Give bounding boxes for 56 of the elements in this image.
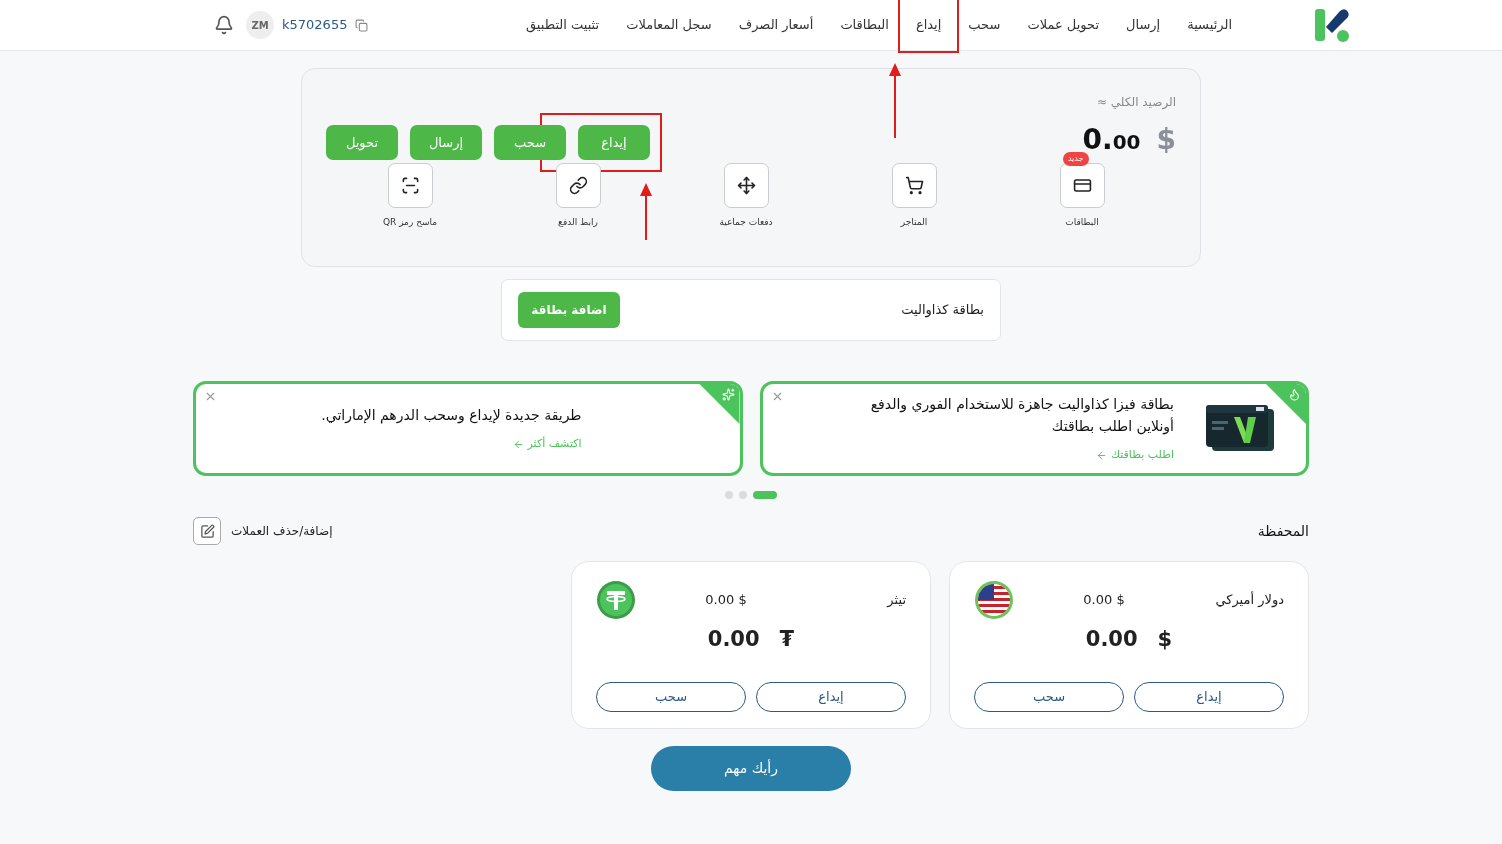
banner-text: بطاقة فيزا كذاواليت جاهزة للاستخدام الفوري والدفع أونلاين اطلب بطاقتك: [869, 395, 1174, 437]
card-strip-title: بطاقة كذاواليت: [901, 301, 984, 320]
balance-label: الرصيد الكلي ≈: [1097, 94, 1176, 111]
tether-icon: [596, 580, 636, 620]
shortcut-button[interactable]: [1059, 163, 1105, 208]
banner-text: طريقة جديدة لإيداع وسحب الدرهم الإماراتي.: [321, 406, 582, 426]
nav-link[interactable]: سجل المعاملات: [626, 15, 712, 35]
small-balance: 0.00 $: [705, 591, 747, 610]
feedback-button[interactable]: رأيك مهم: [651, 746, 851, 791]
flag-icon: [974, 580, 1014, 620]
cart-icon: [904, 176, 924, 195]
flame-icon: [1288, 388, 1301, 401]
shortcut-label: المتاجر: [900, 216, 928, 229]
small-balance: 0.00 $: [1083, 591, 1125, 610]
manage-currencies-label: إضافة/حذف العملات: [231, 523, 333, 540]
currency-symbol: $: [1156, 122, 1176, 158]
currency-name: دولار أميركي: [1214, 590, 1284, 610]
notification-bell-icon[interactable]: [214, 15, 234, 35]
shortcut-button[interactable]: [723, 163, 769, 208]
nav-link[interactable]: تحويل عملات: [1027, 15, 1099, 35]
shortcut-button[interactable]: [891, 163, 937, 208]
nav-link[interactable]: تثبيت التطبيق: [526, 15, 600, 35]
shortcut-label: البطاقات: [1065, 216, 1099, 229]
link-icon: [568, 176, 588, 195]
corner-ribbon: [1266, 384, 1306, 424]
currency-symbol: $: [1157, 626, 1173, 653]
logo[interactable]: [1314, 7, 1350, 43]
wallet-title: المحفظة: [1257, 521, 1309, 541]
currency-name: تيثر: [885, 591, 906, 610]
arrow-left-icon: [1095, 450, 1107, 461]
move-arrows-icon: [736, 176, 756, 195]
shortcut-button[interactable]: [555, 163, 601, 208]
nav-link[interactable]: إرسال: [1126, 15, 1161, 35]
new-badge: جديد: [1062, 152, 1089, 166]
annotation-arrow: [640, 183, 652, 241]
avatar[interactable]: ZM: [246, 11, 274, 39]
shortcut-label: ماسح رمز QR: [382, 216, 438, 229]
copy-icon[interactable]: [355, 18, 369, 32]
sparkle-icon: [721, 388, 735, 401]
nav-link[interactable]: أسعار الصرف: [738, 15, 814, 35]
currency-symbol: ₮: [779, 626, 795, 653]
edit-button[interactable]: [193, 517, 221, 545]
nav-link[interactable]: البطاقات: [840, 15, 889, 35]
close-icon[interactable]: [204, 390, 217, 403]
nav-link[interactable]: الرئيسية: [1187, 15, 1232, 35]
arrow-left-icon: [512, 439, 524, 450]
nav-link[interactable]: إيداع: [915, 15, 942, 35]
shortcut-label: رابط الدفع: [558, 216, 598, 229]
currency-amount: 0.00: [707, 626, 760, 653]
user-id: k5702655: [282, 16, 348, 35]
nav-link[interactable]: سحب: [968, 15, 1001, 35]
scan-icon: [400, 176, 420, 195]
shortcut-label: دفعات جماعية: [719, 216, 773, 229]
credit-card-icon: [1072, 176, 1092, 195]
edit-icon: [199, 523, 215, 539]
currency-amount: 0.00: [1085, 626, 1138, 653]
